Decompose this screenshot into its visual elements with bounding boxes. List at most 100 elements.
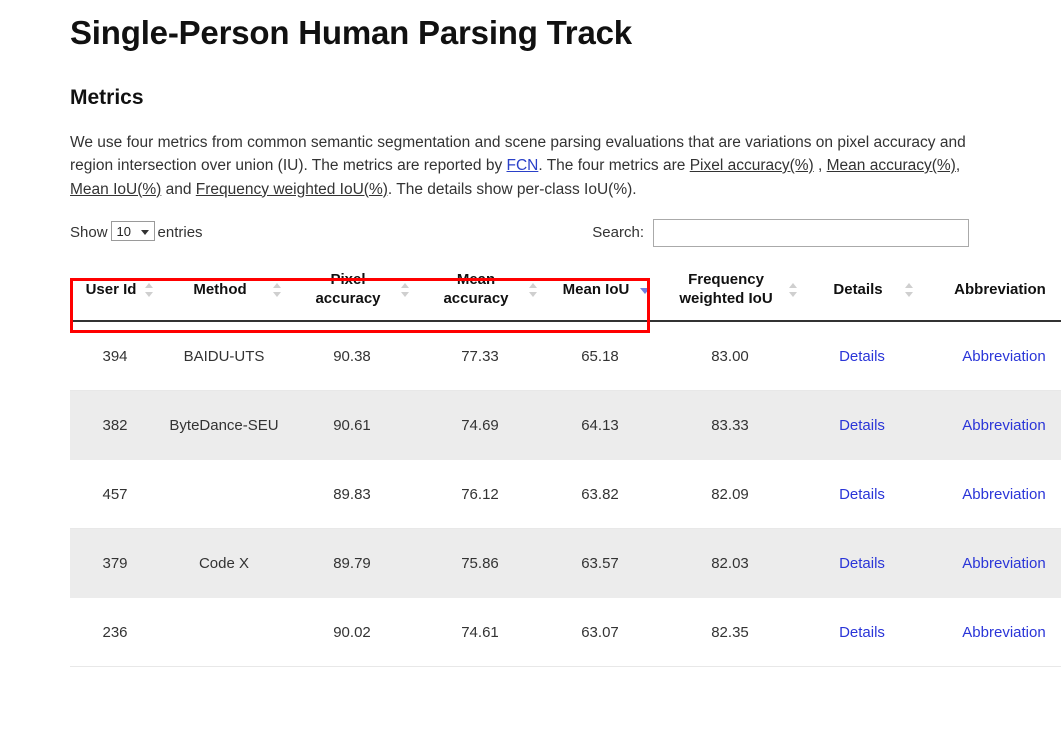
column-header-details[interactable]: Details: [804, 260, 920, 323]
table-controls: Show 10 entries Search:: [70, 218, 993, 254]
cell-frequency-weighted-iou: 83.00: [656, 321, 804, 392]
table-row: 394 BAIDU-UTS 90.38 77.33 65.18 83.00 Details A…: [70, 321, 1061, 392]
cell-mean-iou: 65.18: [544, 321, 656, 392]
cell-abbreviation-link[interactable]: Abbreviation: [920, 597, 1061, 668]
cell-mean-accuracy: 75.86: [416, 528, 544, 599]
column-header-user-id[interactable]: User Id: [70, 260, 160, 323]
abbreviation-link[interactable]: Abbreviation: [962, 486, 1045, 503]
abbreviation-link[interactable]: Abbreviation: [962, 417, 1045, 434]
column-header-mean-iou[interactable]: Mean IoU: [544, 260, 656, 323]
cell-mean-iou: 63.07: [544, 597, 656, 668]
cell-abbreviation-link[interactable]: Abbreviation: [920, 459, 1061, 530]
cell-details-link[interactable]: Details: [804, 390, 920, 461]
sort-indicator-frequency-weighted-iou: [788, 283, 798, 298]
cell-abbreviation-link[interactable]: Abbreviation: [920, 321, 1061, 392]
cell-mean-accuracy: 76.12: [416, 459, 544, 530]
details-link[interactable]: Details: [839, 624, 885, 641]
cell-pixel-accuracy: 90.38: [288, 321, 416, 392]
intro-text-part3: . The details show per-class IoU(%).: [387, 180, 637, 198]
page-title: Single-Person Human Parsing Track: [70, 14, 632, 51]
abbreviation-link[interactable]: Abbreviation: [962, 624, 1045, 641]
cell-abbreviation-link[interactable]: Abbreviation: [920, 528, 1061, 599]
column-label-user-id: User Id: [85, 280, 137, 298]
intro-text-part2: . The four metrics are: [538, 157, 690, 175]
cell-method: [160, 597, 288, 668]
cell-frequency-weighted-iou: 82.03: [656, 528, 804, 599]
leaderboard-table: User Id Method Pixel accuracy Mean accur…: [70, 260, 1061, 668]
details-link[interactable]: Details: [839, 486, 885, 503]
chevron-down-icon: [140, 230, 149, 236]
entries-label: entries: [157, 224, 203, 242]
search-label: Search:: [592, 224, 644, 242]
abbreviation-link[interactable]: Abbreviation: [962, 348, 1045, 365]
column-header-pixel-accuracy[interactable]: Pixel accuracy: [288, 260, 416, 323]
metric-mean-iou-term: Mean IoU(%): [70, 180, 162, 198]
sort-indicator-user-id: [144, 283, 154, 298]
cell-frequency-weighted-iou: 82.35: [656, 597, 804, 668]
column-label-abbreviation: Abbreviation: [954, 280, 1046, 298]
metric-mean-accuracy-term: Mean accuracy(%): [826, 157, 956, 175]
intro-sep3: and: [161, 180, 196, 198]
cell-mean-iou: 64.13: [544, 390, 656, 461]
search-filter: Search:: [592, 218, 969, 248]
page-container: Single-Person Human Parsing Track Metric…: [0, 12, 1061, 668]
cell-details-link[interactable]: Details: [804, 321, 920, 392]
details-link[interactable]: Details: [839, 417, 885, 434]
cell-method: Code X: [160, 528, 288, 599]
sort-indicator-method: [272, 283, 282, 298]
column-label-mean-iou: Mean IoU: [562, 280, 630, 298]
cell-pixel-accuracy: 89.83: [288, 459, 416, 530]
page-length-select[interactable]: 10: [110, 221, 155, 242]
show-label: Show: [70, 224, 108, 242]
cell-user-id: 394: [70, 321, 160, 392]
column-label-pixel-accuracy: Pixel accuracy: [315, 271, 381, 308]
cell-method: [160, 459, 288, 530]
cell-user-id: 457: [70, 459, 160, 530]
intro-sep2: ,: [955, 157, 961, 175]
table-header-row: User Id Method Pixel accuracy Mean accur…: [70, 260, 1061, 323]
cell-user-id: 379: [70, 528, 160, 599]
leaderboard-table-wrapper: User Id Method Pixel accuracy Mean accur…: [70, 260, 1061, 668]
entries-length-control: Show 10 entries: [70, 218, 203, 248]
column-label-mean-accuracy: Mean accuracy: [443, 271, 509, 308]
page-length-value: 10: [116, 224, 131, 240]
details-link[interactable]: Details: [839, 555, 885, 572]
metric-pixel-accuracy-term: Pixel accuracy(%): [689, 157, 814, 175]
cell-details-link[interactable]: Details: [804, 597, 920, 668]
cell-pixel-accuracy: 89.79: [288, 528, 416, 599]
sort-indicator-mean-iou-descending: [640, 283, 650, 297]
metrics-description: We use four metrics from common semantic…: [70, 131, 993, 202]
table-row: 382 ByteDance-SEU 90.61 74.69 64.13 83.33 Deta…: [70, 390, 1061, 461]
column-label-details: Details: [833, 280, 883, 298]
cell-mean-accuracy: 77.33: [416, 321, 544, 392]
cell-mean-accuracy: 74.61: [416, 597, 544, 668]
table-row: 379 Code X 89.79 75.86 63.57 82.03 Details Abbr…: [70, 528, 1061, 599]
sort-indicator-pixel-accuracy: [400, 283, 410, 298]
cell-user-id: 236: [70, 597, 160, 668]
column-label-frequency-weighted-iou: Frequency weighted IoU: [679, 271, 773, 308]
cell-method: ByteDance-SEU: [160, 390, 288, 461]
sort-indicator-mean-accuracy: [528, 283, 538, 298]
details-link[interactable]: Details: [839, 348, 885, 365]
cell-mean-iou: 63.82: [544, 459, 656, 530]
fcn-link[interactable]: FCN: [507, 157, 539, 174]
search-input[interactable]: [653, 219, 969, 248]
column-header-mean-accuracy[interactable]: Mean accuracy: [416, 260, 544, 323]
cell-abbreviation-link[interactable]: Abbreviation: [920, 390, 1061, 461]
cell-mean-iou: 63.57: [544, 528, 656, 599]
abbreviation-link[interactable]: Abbreviation: [962, 555, 1045, 572]
table-row: 457 89.83 76.12 63.82 82.09 Details Abbreviati…: [70, 459, 1061, 530]
column-header-method[interactable]: Method: [160, 260, 288, 323]
column-header-abbreviation[interactable]: Abbreviation: [920, 260, 1061, 323]
cell-mean-accuracy: 74.69: [416, 390, 544, 461]
intro-sep1: ,: [813, 157, 827, 175]
cell-pixel-accuracy: 90.61: [288, 390, 416, 461]
cell-method: BAIDU-UTS: [160, 321, 288, 392]
cell-details-link[interactable]: Details: [804, 528, 920, 599]
cell-pixel-accuracy: 90.02: [288, 597, 416, 668]
column-header-frequency-weighted-iou[interactable]: Frequency weighted IoU: [656, 260, 804, 323]
table-row: 236 90.02 74.61 63.07 82.35 Details Abbreviati…: [70, 597, 1061, 668]
cell-frequency-weighted-iou: 83.33: [656, 390, 804, 461]
cell-user-id: 382: [70, 390, 160, 461]
cell-details-link[interactable]: Details: [804, 459, 920, 530]
